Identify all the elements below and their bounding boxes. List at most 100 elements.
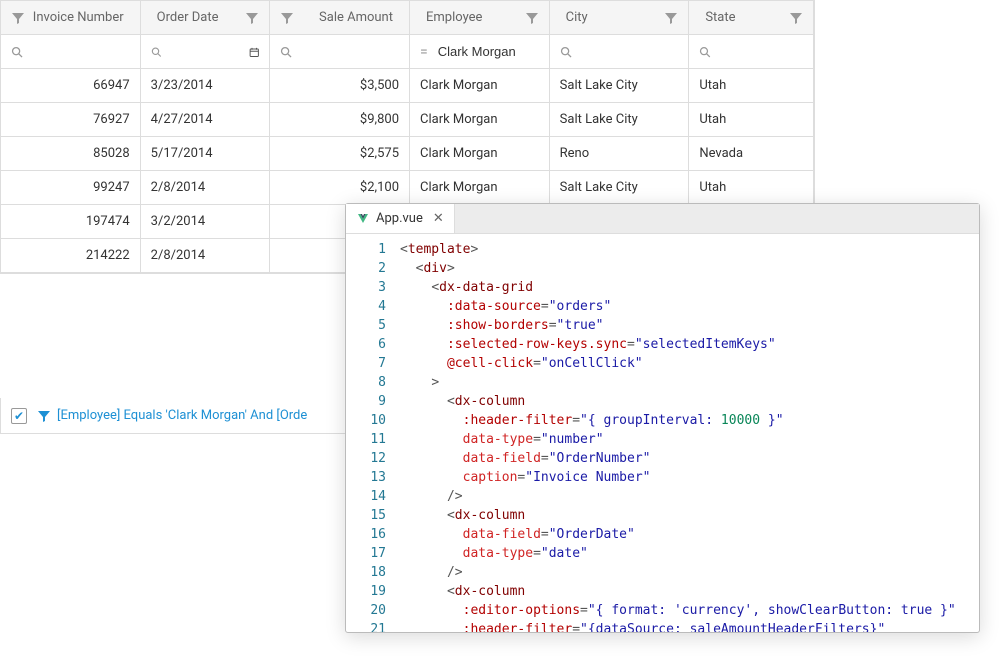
column-header[interactable]: State [689,1,814,35]
cell: Utah [689,171,814,205]
line-number: 9 [346,392,386,411]
line-number: 16 [346,525,386,544]
cell: 214222 [1,239,141,273]
search-icon [11,45,23,59]
cell: $3,500 [270,69,410,103]
filter-icon[interactable] [280,11,294,25]
code-line: data-field="OrderNumber" [400,449,956,468]
cell: 2/8/2014 [141,239,271,273]
filter-cell-employee[interactable]: = [410,35,550,69]
code-line: data-type="number" [400,430,956,449]
cell: 4/27/2014 [141,103,271,137]
line-number: 21 [346,620,386,632]
filter-cell-date[interactable] [141,35,271,69]
close-icon[interactable]: ✕ [433,212,444,225]
line-number: 12 [346,449,386,468]
calendar-icon[interactable] [249,45,260,59]
cell: Clark Morgan [410,103,550,137]
code-line: data-type="date" [400,544,956,563]
code-line: <dx-data-grid [400,278,956,297]
table-row[interactable]: 850285/17/2014$2,575Clark MorganRenoNeva… [1,137,814,171]
editor-tab[interactable]: App.vue ✕ [346,204,455,233]
line-number: 10 [346,411,386,430]
cell: $2,575 [270,137,410,171]
cell: 3/2/2014 [141,205,271,239]
line-number: 18 [346,563,386,582]
code-line: :selected-row-keys.sync="selectedItemKey… [400,335,956,354]
filter-cell-city[interactable] [550,35,690,69]
column-header[interactable]: Order Date [141,1,271,35]
table-row[interactable]: 992472/8/2014$2,100Clark MorganSalt Lake… [1,171,814,205]
filter-input-employee[interactable] [438,44,539,59]
code-line: <template> [400,240,956,259]
filter-input-state[interactable] [717,44,803,59]
funnel-icon [37,409,51,423]
filter-icon[interactable] [664,11,678,25]
cell: Reno [550,137,690,171]
cell: Clark Morgan [410,69,550,103]
cell: Salt Lake City [550,171,690,205]
line-number: 3 [346,278,386,297]
search-icon [280,45,292,59]
cell: 2/8/2014 [141,171,271,205]
filter-enabled-checkbox[interactable]: ✔ [11,408,27,424]
cell: Salt Lake City [550,69,690,103]
filter-input-amount[interactable] [298,44,399,59]
filter-cell-amount[interactable] [270,35,410,69]
code-line: :editor-options="{ format: 'currency', s… [400,601,956,620]
column-label: Employee [426,10,519,25]
filter-icon[interactable] [789,11,803,25]
filter-input-date[interactable] [167,44,249,59]
code-line: > [400,373,956,392]
cell: Clark Morgan [410,171,550,205]
line-number: 13 [346,468,386,487]
table-row[interactable]: 669473/23/2014$3,500Clark MorganSalt Lak… [1,69,814,103]
cell: 66947 [1,69,141,103]
search-icon [151,45,162,59]
code-line: @cell-click="onCellClick" [400,354,956,373]
filter-input-invoice[interactable] [29,44,130,59]
filter-icon[interactable] [525,11,539,25]
line-number: 5 [346,316,386,335]
column-header[interactable]: Invoice Number [1,1,141,35]
code-area[interactable]: 123456789101112131415161718192021 <templ… [346,234,979,632]
cell: Nevada [689,137,814,171]
filter-icon[interactable] [11,11,25,25]
line-number: 17 [346,544,386,563]
line-number: 15 [346,506,386,525]
tab-label: App.vue [376,211,423,226]
code-line: <dx-column [400,582,956,601]
vue-icon [356,212,370,226]
cell: $9,800 [270,103,410,137]
header-row: Invoice Number Order Date Sale Amount Emplo… [1,1,814,35]
cell: 85028 [1,137,141,171]
cell: 197474 [1,205,141,239]
column-header[interactable]: Employee [410,1,550,35]
code-editor: App.vue ✕ 123456789101112131415161718192… [345,203,980,633]
code-line: :header-filter="{dataSource: saleAmountH… [400,620,956,632]
cell: 99247 [1,171,141,205]
cell: Utah [689,69,814,103]
line-number: 1 [346,240,386,259]
line-number: 7 [346,354,386,373]
cell: $2,100 [270,171,410,205]
column-label: City [566,10,659,25]
filter-cell-invoice[interactable] [1,35,141,69]
column-header[interactable]: Sale Amount [270,1,410,35]
cell: 3/23/2014 [141,69,271,103]
code-line: caption="Invoice Number" [400,468,956,487]
column-header[interactable]: City [550,1,690,35]
line-number: 4 [346,297,386,316]
filter-expression[interactable]: [Employee] Equals 'Clark Morgan' And [Or… [57,408,307,423]
code-line: <dx-column [400,506,956,525]
table-row[interactable]: 769274/27/2014$9,800Clark MorganSalt Lak… [1,103,814,137]
equals-icon: = [420,44,428,60]
line-number: 6 [346,335,386,354]
code-line: :data-source="orders" [400,297,956,316]
line-number: 14 [346,487,386,506]
column-label: Order Date [157,10,240,25]
filter-input-city[interactable] [578,44,679,59]
filter-cell-state[interactable] [689,35,814,69]
filter-icon[interactable] [245,11,259,25]
code-body[interactable]: <template> <div> <dx-data-grid :data-sou… [396,234,956,632]
